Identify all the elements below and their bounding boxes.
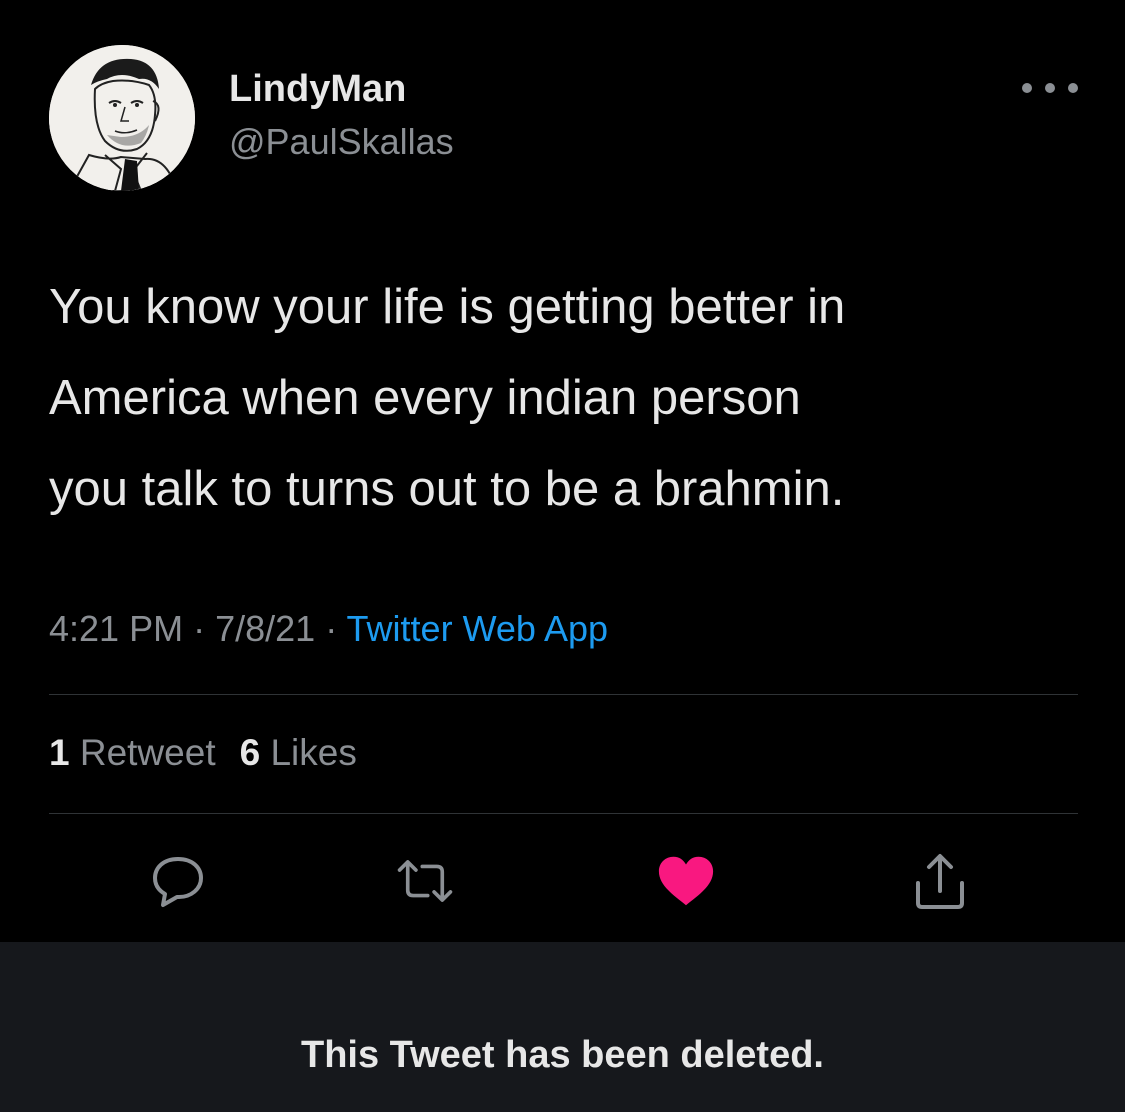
tweet-time[interactable]: 4:21 PM xyxy=(49,608,183,649)
retweet-button[interactable] xyxy=(395,851,455,911)
user-handle[interactable]: @PaulSkallas xyxy=(229,121,454,163)
more-dot xyxy=(1022,83,1032,93)
reply-button[interactable] xyxy=(148,851,208,911)
deleted-notice: This Tweet has been deleted. xyxy=(301,1034,824,1076)
avatar-drawing xyxy=(49,45,195,191)
divider xyxy=(49,813,1078,814)
avatar[interactable] xyxy=(49,45,195,191)
likes-label: Likes xyxy=(270,732,357,773)
more-dot xyxy=(1045,83,1055,93)
heart-icon xyxy=(658,856,714,906)
retweets-label: Retweet xyxy=(79,732,216,773)
tweet-text-line: You know your life is getting better in xyxy=(49,280,846,334)
retweet-icon xyxy=(397,860,453,902)
retweets-count: 1 xyxy=(49,732,70,773)
tweet-text-line: America when every indian person xyxy=(49,371,801,425)
likes-count: 6 xyxy=(239,732,261,773)
share-button[interactable] xyxy=(910,851,970,911)
reply-icon xyxy=(153,857,203,907)
more-dot xyxy=(1068,83,1078,93)
likes-stat[interactable]: 6 Likes xyxy=(240,732,357,773)
display-name[interactable]: LindyMan xyxy=(229,68,406,111)
tweet-metadata: 4:21 PM · 7/8/21 · Twitter Web App xyxy=(49,608,608,650)
retweets-stat[interactable]: 1 Retweet xyxy=(49,732,216,773)
more-horizontal-icon[interactable] xyxy=(1022,72,1078,104)
like-button[interactable] xyxy=(656,851,716,911)
divider xyxy=(49,694,1078,695)
meta-separator: · xyxy=(325,608,347,649)
tweet-date[interactable]: 7/8/21 xyxy=(215,608,315,649)
tweet-text-line: you talk to turns out to be a brahmin. xyxy=(49,462,845,516)
meta-separator: · xyxy=(193,608,216,649)
tweet-text: You know your life is getting better in … xyxy=(49,262,1089,535)
share-icon xyxy=(916,854,964,909)
tweet-card: LindyMan @PaulSkallas You know your life… xyxy=(0,0,1125,942)
deleted-notice-panel xyxy=(0,942,1125,1112)
tweet-source-link[interactable]: Twitter Web App xyxy=(347,608,608,649)
engagement-stats: 1 Retweet 6 Likes xyxy=(49,732,381,774)
